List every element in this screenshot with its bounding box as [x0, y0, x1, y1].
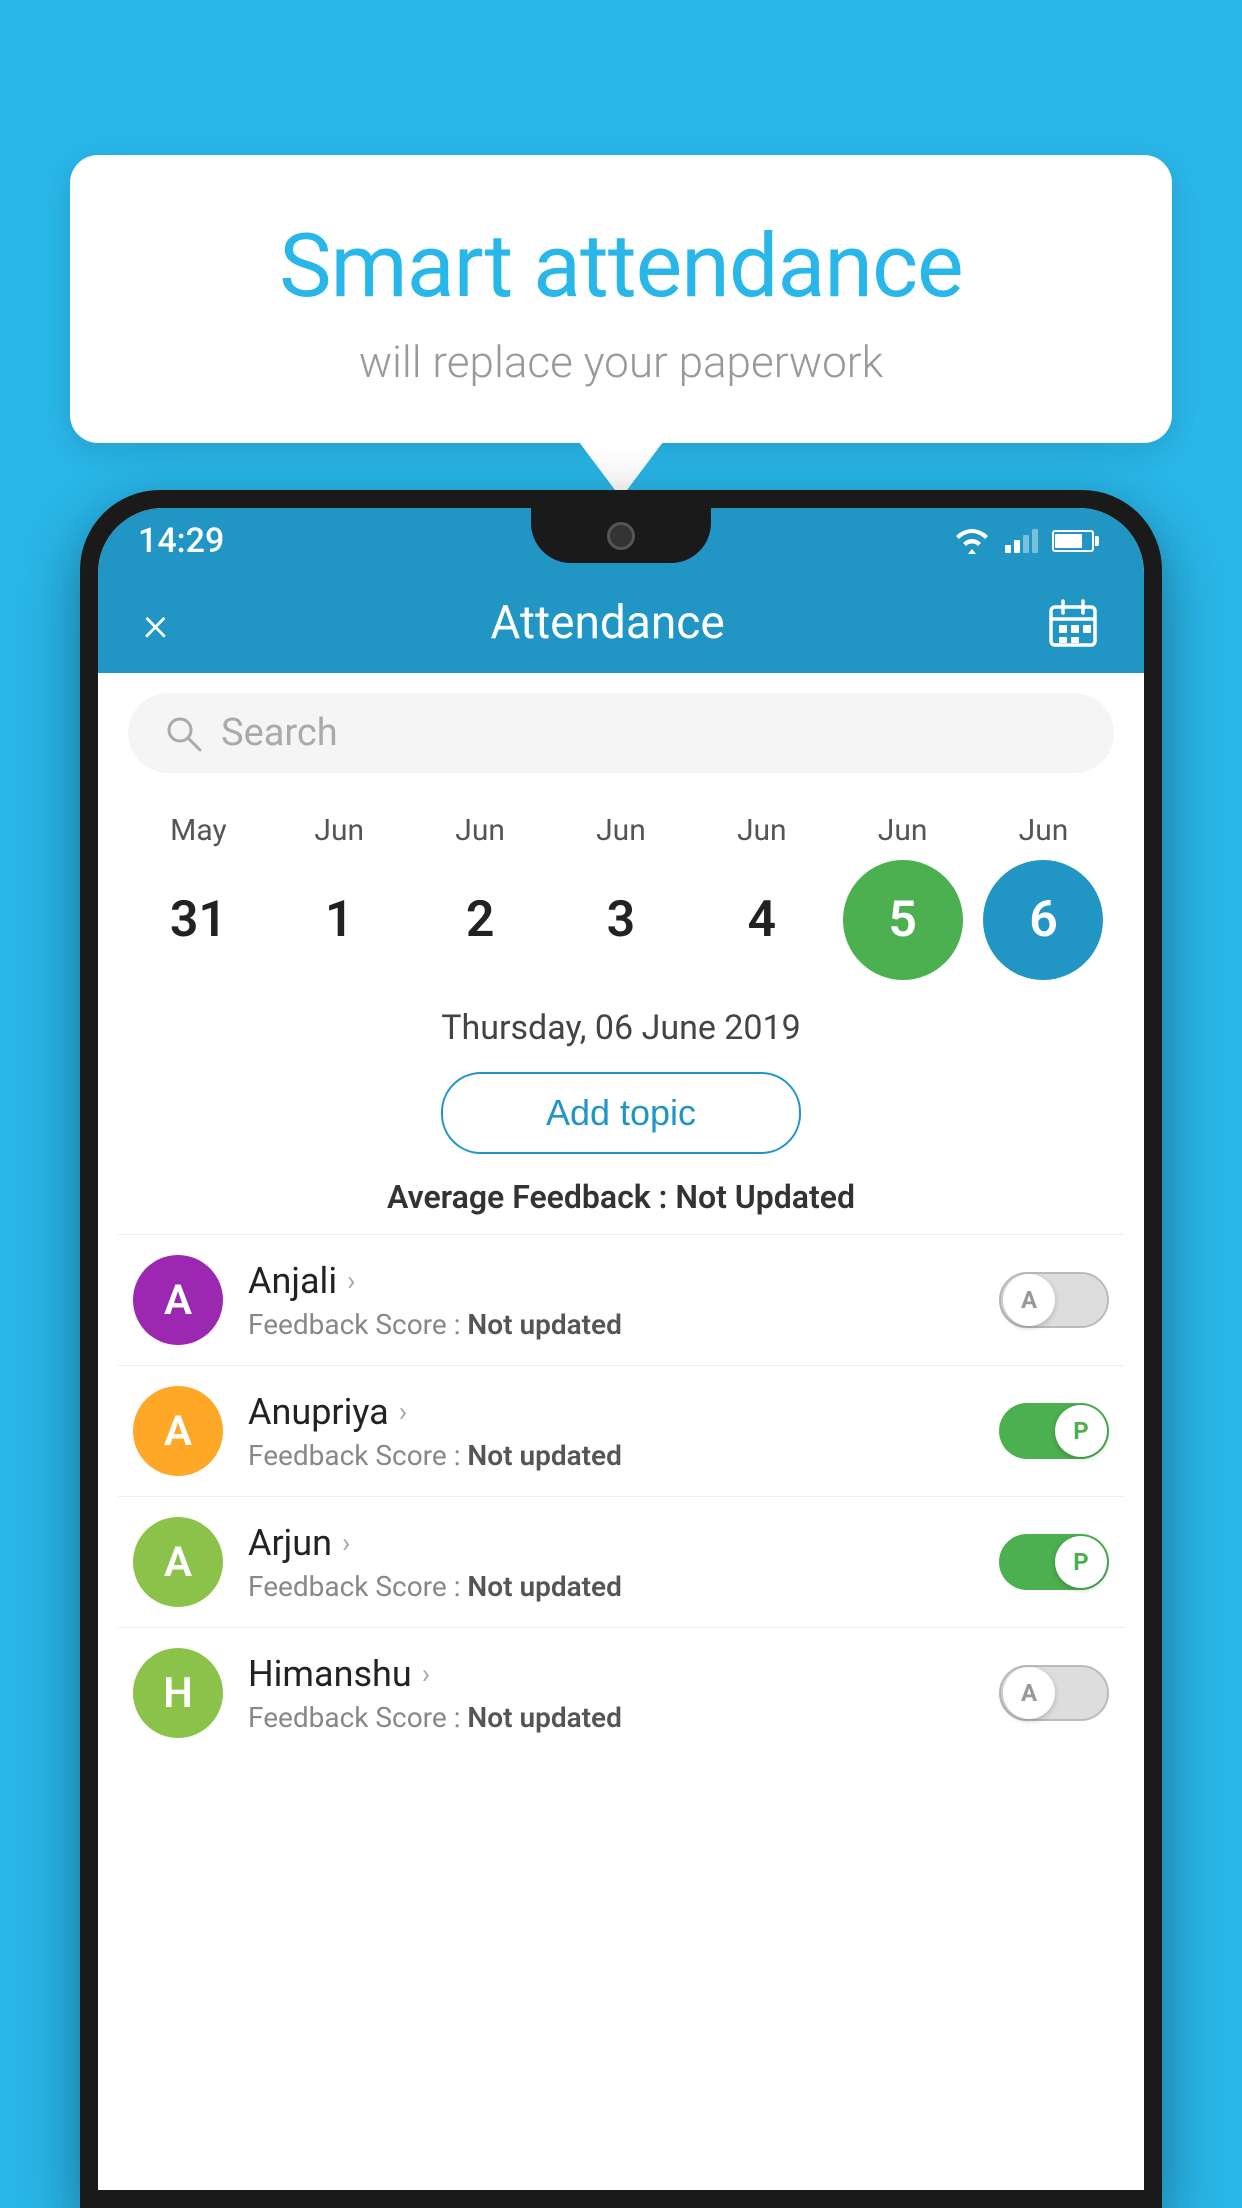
- cal-date-31[interactable]: 31: [138, 860, 258, 980]
- speech-bubble: Smart attendance will replace your paper…: [70, 155, 1172, 443]
- student-name-anupriya[interactable]: Anupriya ›: [248, 1391, 974, 1433]
- search-bar[interactable]: Search: [128, 693, 1114, 773]
- header-title: Attendance: [490, 596, 724, 650]
- student-list: A Anjali › Feedback Score : Not updated …: [98, 1234, 1144, 1758]
- avatar-himanshu: H: [133, 1648, 223, 1738]
- student-info-arjun: Arjun › Feedback Score : Not updated: [248, 1522, 974, 1603]
- add-topic-button[interactable]: Add topic: [441, 1072, 801, 1154]
- status-icons: [953, 527, 1094, 555]
- app-header: × Attendance: [98, 573, 1144, 673]
- student-name-himanshu[interactable]: Himanshu ›: [248, 1653, 974, 1695]
- feedback-value-anjali: Not updated: [467, 1308, 621, 1341]
- calendar-icon[interactable]: [1047, 597, 1099, 649]
- cal-date-4[interactable]: 4: [702, 860, 822, 980]
- cal-date-2[interactable]: 2: [420, 860, 540, 980]
- avatar-arjun: A: [133, 1517, 223, 1607]
- front-camera: [607, 522, 635, 550]
- toggle-knob-anupriya: P: [1055, 1405, 1107, 1457]
- student-item-anjali: A Anjali › Feedback Score : Not updated …: [118, 1234, 1124, 1365]
- calendar-months: May Jun Jun Jun Jun Jun Jun: [128, 813, 1114, 848]
- cal-month-2: Jun: [420, 813, 540, 848]
- avatar-anupriya: A: [133, 1386, 223, 1476]
- close-button[interactable]: ×: [143, 595, 168, 652]
- signal-icon: [1005, 529, 1038, 553]
- chevron-icon-anupriya: ›: [399, 1395, 407, 1428]
- search-icon: [163, 713, 203, 753]
- student-feedback-anjali: Feedback Score : Not updated: [248, 1308, 974, 1341]
- battery-icon: [1052, 530, 1094, 552]
- cal-month-3: Jun: [561, 813, 681, 848]
- toggle-knob-arjun: P: [1055, 1536, 1107, 1588]
- toggle-knob-himanshu: A: [1003, 1667, 1055, 1719]
- student-info-anjali: Anjali › Feedback Score : Not updated: [248, 1260, 974, 1341]
- chevron-icon-anjali: ›: [347, 1264, 355, 1297]
- status-time: 14:29: [138, 521, 224, 561]
- student-name-arjun[interactable]: Arjun ›: [248, 1522, 974, 1564]
- cal-month-0: May: [138, 813, 258, 848]
- avg-feedback-label: Average Feedback :: [387, 1178, 675, 1216]
- feedback-value-himanshu: Not updated: [467, 1701, 621, 1734]
- student-name-anjali[interactable]: Anjali ›: [248, 1260, 974, 1302]
- cal-month-1: Jun: [279, 813, 399, 848]
- speech-bubble-container: Smart attendance will replace your paper…: [70, 155, 1172, 443]
- cal-month-5: Jun: [843, 813, 963, 848]
- toggle-knob-anjali: A: [1003, 1274, 1055, 1326]
- chevron-icon-himanshu: ›: [422, 1657, 430, 1690]
- attendance-toggle-himanshu[interactable]: A: [999, 1665, 1109, 1721]
- cal-month-6: Jun: [983, 813, 1103, 848]
- calendar-strip: May Jun Jun Jun Jun Jun Jun 31 1 2 3 4 5…: [98, 793, 1144, 990]
- attendance-toggle-arjun[interactable]: P: [999, 1534, 1109, 1590]
- bubble-title: Smart attendance: [140, 215, 1102, 318]
- cal-date-6-selected[interactable]: 6: [983, 860, 1103, 980]
- student-feedback-himanshu: Feedback Score : Not updated: [248, 1701, 974, 1734]
- student-item-arjun: A Arjun › Feedback Score : Not updated P: [118, 1496, 1124, 1627]
- student-info-anupriya: Anupriya › Feedback Score : Not updated: [248, 1391, 974, 1472]
- cal-month-4: Jun: [702, 813, 822, 848]
- feedback-value-arjun: Not updated: [467, 1570, 621, 1603]
- student-feedback-anupriya: Feedback Score : Not updated: [248, 1439, 974, 1472]
- calendar-dates: 31 1 2 3 4 5 6: [128, 860, 1114, 980]
- student-feedback-arjun: Feedback Score : Not updated: [248, 1570, 974, 1603]
- avg-feedback-value: Not Updated: [675, 1178, 855, 1216]
- student-info-himanshu: Himanshu › Feedback Score : Not updated: [248, 1653, 974, 1734]
- search-placeholder: Search: [221, 711, 338, 755]
- phone-inner: 14:29 × Attendance: [98, 508, 1144, 2190]
- student-item-himanshu: H Himanshu › Feedback Score : Not update…: [118, 1627, 1124, 1758]
- chevron-icon-arjun: ›: [342, 1526, 350, 1559]
- avatar-anjali: A: [133, 1255, 223, 1345]
- cal-date-3[interactable]: 3: [561, 860, 681, 980]
- student-item-anupriya: A Anupriya › Feedback Score : Not update…: [118, 1365, 1124, 1496]
- bubble-subtitle: will replace your paperwork: [140, 336, 1102, 388]
- feedback-value-anupriya: Not updated: [467, 1439, 621, 1472]
- avg-feedback: Average Feedback : Not Updated: [98, 1168, 1144, 1234]
- phone-frame: 14:29 × Attendance: [80, 490, 1162, 2208]
- attendance-toggle-anjali[interactable]: A: [999, 1272, 1109, 1328]
- cal-date-5-today[interactable]: 5: [843, 860, 963, 980]
- wifi-icon: [953, 527, 991, 555]
- phone-notch: [531, 508, 711, 563]
- cal-date-1[interactable]: 1: [279, 860, 399, 980]
- selected-date: Thursday, 06 June 2019: [98, 990, 1144, 1058]
- attendance-toggle-anupriya[interactable]: P: [999, 1403, 1109, 1459]
